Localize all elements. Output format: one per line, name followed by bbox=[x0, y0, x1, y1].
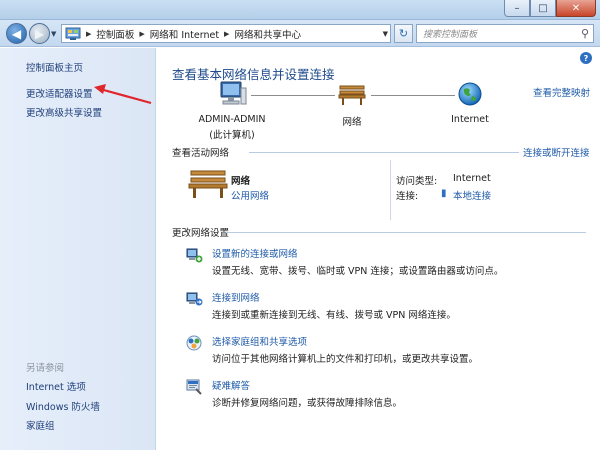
address-dropdown-icon[interactable]: ▼ bbox=[383, 30, 388, 38]
breadcrumb: ▶ 控制面板 ▶ 网络和 Internet ▶ 网络和共享中心 bbox=[81, 27, 301, 41]
help-icon[interactable]: ? bbox=[580, 52, 592, 64]
breadcrumb-network-internet[interactable]: 网络和 Internet bbox=[150, 27, 219, 41]
close-button[interactable]: ✕ bbox=[556, 0, 596, 17]
task-title[interactable]: 疑难解答 bbox=[212, 378, 250, 392]
active-network-name: 网络 bbox=[231, 176, 251, 187]
internet-node-label: Internet bbox=[451, 114, 489, 125]
connection-line bbox=[371, 95, 455, 96]
task-description: 连接到或重新连接到无线、有线、拨号或 VPN 网络连接。 bbox=[212, 310, 456, 321]
control-panel-icon bbox=[65, 27, 81, 40]
see-also-label: 另请参阅 bbox=[26, 363, 65, 374]
sidebar-item-advanced-sharing[interactable]: 更改高级共享设置 bbox=[26, 105, 102, 119]
bench-network-icon bbox=[338, 85, 366, 105]
minimize-button[interactable]: – bbox=[504, 0, 530, 17]
change-settings-title: 更改网络设置 bbox=[172, 228, 230, 239]
forward-arrow-icon: ▶ bbox=[34, 26, 45, 41]
new-connection-icon bbox=[186, 248, 203, 263]
computer-name: ADMIN-ADMIN bbox=[198, 114, 266, 125]
view-full-map-link[interactable]: 查看完整映射 bbox=[533, 85, 590, 99]
back-arrow-icon: ◀ bbox=[11, 26, 22, 41]
local-connection-link[interactable]: 本地连接 bbox=[453, 188, 491, 202]
sidebar-item-home[interactable]: 控制面板主页 bbox=[26, 60, 83, 74]
sidebar-item-homegroup[interactable]: 家庭组 bbox=[26, 418, 55, 432]
page-title: 查看基本网络信息并设置连接 bbox=[172, 67, 335, 82]
forward-button[interactable]: ▶ bbox=[29, 23, 50, 44]
homegroup-icon bbox=[186, 335, 202, 351]
breadcrumb-separator-icon[interactable]: ▶ bbox=[139, 30, 144, 38]
task-description: 访问位于其他网络计算机上的文件和打印机，或更改共享设置。 bbox=[212, 354, 479, 365]
active-networks-title: 查看活动网络 bbox=[172, 148, 230, 159]
connect-disconnect-link[interactable]: 连接或断开连接 bbox=[523, 145, 590, 159]
sidebar-item-adapter-settings[interactable]: 更改适配器设置 bbox=[26, 86, 93, 100]
connection-line bbox=[251, 95, 335, 96]
search-placeholder: 搜索控制面板 bbox=[423, 30, 478, 40]
breadcrumb-control-panel[interactable]: 控制面板 bbox=[96, 27, 134, 41]
public-network-bench-icon bbox=[188, 170, 228, 198]
task-title[interactable]: 设置新的连接或网络 bbox=[212, 246, 298, 260]
breadcrumb-sharing-center[interactable]: 网络和共享中心 bbox=[234, 27, 301, 41]
connect-network-icon bbox=[186, 292, 203, 306]
computer-subtitle: (此计算机) bbox=[209, 130, 255, 141]
access-type-value: Internet bbox=[453, 173, 491, 184]
task-description: 设置无线、宽带、拨号、临时或 VPN 连接；或设置路由器或访问点。 bbox=[212, 266, 504, 277]
task-description: 诊断并修复网络问题，或获得故障排除信息。 bbox=[212, 398, 403, 409]
task-title[interactable]: 选择家庭组和共享选项 bbox=[212, 334, 307, 348]
refresh-icon: ↻ bbox=[398, 27, 409, 40]
active-network-divider bbox=[390, 160, 391, 220]
breadcrumb-separator-icon[interactable]: ▶ bbox=[224, 30, 229, 38]
address-bar[interactable]: ▶ 控制面板 ▶ 网络和 Internet ▶ 网络和共享中心 ▼ bbox=[61, 24, 391, 43]
network-type-link[interactable]: 公用网络 bbox=[231, 188, 269, 202]
recent-pages-dropdown[interactable]: ▼ bbox=[51, 30, 56, 38]
connection-label: 连接: bbox=[396, 191, 419, 202]
computer-icon bbox=[220, 81, 247, 105]
breadcrumb-separator-icon[interactable]: ▶ bbox=[86, 30, 91, 38]
access-type-label: 访问类型: bbox=[396, 176, 438, 187]
section-divider bbox=[226, 232, 586, 233]
adapter-icon: ▮ bbox=[441, 188, 447, 199]
troubleshoot-icon bbox=[186, 379, 202, 395]
search-icon[interactable]: ⚲ bbox=[581, 27, 589, 40]
sidebar-item-internet-options[interactable]: Internet 选项 bbox=[26, 379, 86, 393]
refresh-button[interactable]: ↻ bbox=[394, 24, 413, 43]
title-bar: – □ ✕ bbox=[0, 0, 600, 20]
sidebar-item-firewall[interactable]: Windows 防火墙 bbox=[26, 399, 100, 413]
back-button[interactable]: ◀ bbox=[6, 23, 27, 44]
section-divider bbox=[249, 152, 519, 153]
search-input[interactable]: 搜索控制面板 ⚲ bbox=[416, 24, 594, 43]
navigation-bar: ◀ ▶ ▼ ▶ 控制面板 ▶ 网络和 Internet ▶ 网络和共享中心 ▼ … bbox=[0, 20, 600, 47]
main-content: ? 查看基本网络信息并设置连接 查看完整映射 ADMIN-ADMIN (此计算机… bbox=[157, 48, 600, 450]
task-title[interactable]: 连接到网络 bbox=[212, 290, 260, 304]
network-node-label: 网络 bbox=[342, 117, 362, 128]
maximize-button[interactable]: □ bbox=[530, 0, 556, 17]
left-pane: 控制面板主页 更改适配器设置 更改高级共享设置 另请参阅 Internet 选项… bbox=[0, 48, 156, 450]
window-controls: – □ ✕ bbox=[504, 0, 596, 18]
globe-icon bbox=[458, 82, 482, 106]
